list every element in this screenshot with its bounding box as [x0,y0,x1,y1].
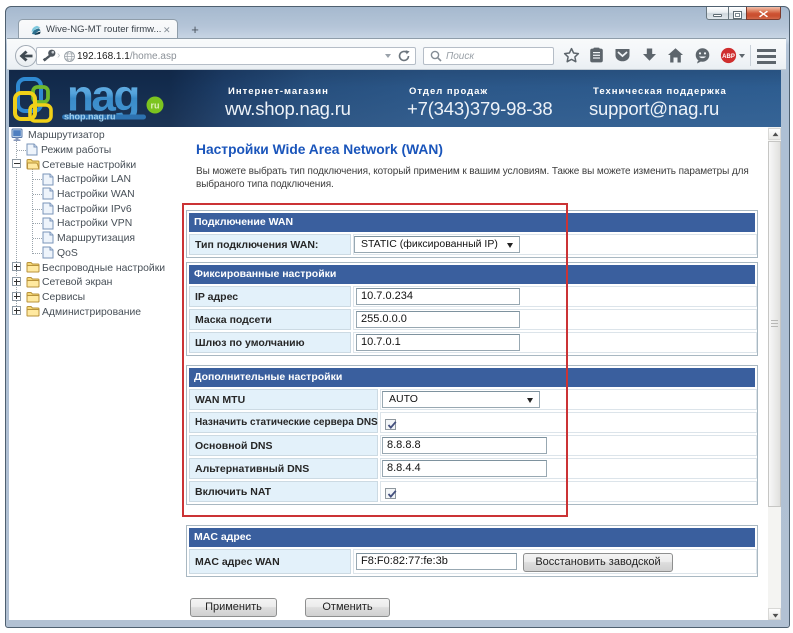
svg-text:ABP: ABP [722,54,735,60]
svg-text:ru: ru [151,101,160,111]
svg-text:shop.nag.ru: shop.nag.ru [64,112,116,122]
